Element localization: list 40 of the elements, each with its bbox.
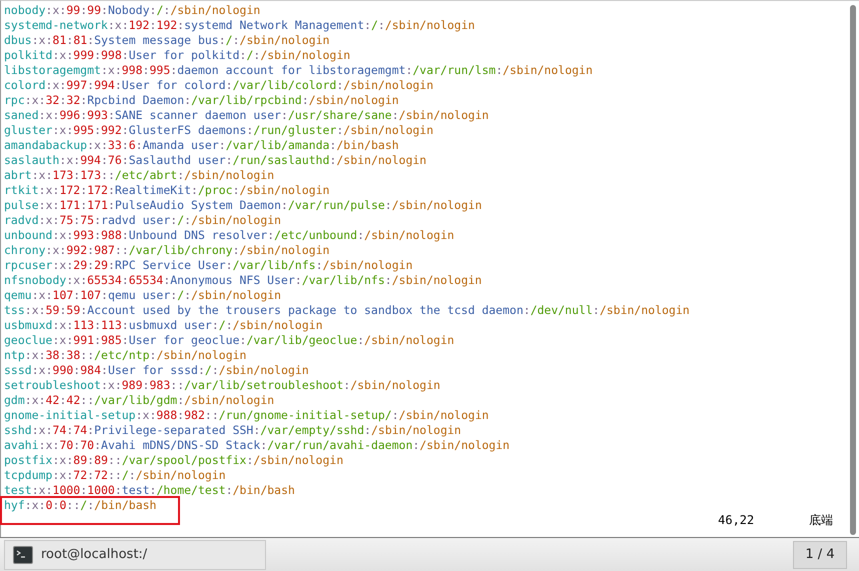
passwd-line: pulse:x:171:171:PulseAudio System Daemon:/var/run/pulse:/sbin/nologin [4,198,482,213]
passwd-line: test:x:1000:1000:test:/home/test:/bin/bash [4,483,295,498]
scrollbar[interactable] [850,5,856,535]
passwd-line: gluster:x:995:992:GlusterFS daemons:/run/gluster:/sbin/nologin [4,123,434,138]
passwd-line: polkitd:x:999:998:User for polkitd:/:/sbin/nologin [4,48,350,63]
scroll-position: 底端 [809,513,833,528]
passwd-line: rtkit:x:172:172:RealtimeKit:/proc:/sbin/nologin [4,183,330,198]
passwd-line: colord:x:997:994:User for colord:/var/lib/colord:/sbin/nologin [4,78,434,93]
passwd-line: setroubleshoot:x:989:983::/var/lib/setroubleshoot:/sbin/nologin [4,378,440,393]
passwd-line: saned:x:996:993:SANE scanner daemon user:/usr/share/sane:/sbin/nologin [4,108,489,123]
passwd-line: nobody:x:99:99:Nobody:/:/sbin/nologin [4,3,260,18]
passwd-line: gdm:x:42:42::/var/lib/gdm:/sbin/nologin [4,393,274,408]
passwd-line: rpcuser:x:29:29:RPC Service User:/var/lib/nfs:/sbin/nologin [4,258,413,273]
passwd-line: ntp:x:38:38::/etc/ntp:/sbin/nologin [4,348,246,363]
passwd-line: abrt:x:173:173::/etc/abrt:/sbin/nologin [4,168,274,183]
passwd-line: tss:x:59:59:Account used by the trousers package to sandbox the tcsd daemon:/dev/null:/sbin/nologin [4,303,690,318]
passwd-line: qemu:x:107:107:qemu user:/:/sbin/nologin [4,288,282,303]
passwd-line: postfix:x:89:89::/var/spool/postfix:/sbin/nologin [4,453,344,468]
passwd-line: radvd:x:75:75:radvd user:/:/sbin/nologin [4,213,282,228]
passwd-line: rpc:x:32:32:Rpcbind Daemon:/var/lib/rpcbind:/sbin/nologin [4,93,399,108]
passwd-line: sssd:x:990:984:User for sssd:/:/sbin/nologin [4,363,309,378]
passwd-line: unbound:x:993:988:Unbound DNS resolver:/etc/unbound:/sbin/nologin [4,228,454,243]
passwd-line: geoclue:x:991:985:User for geoclue:/var/lib/geoclue:/sbin/nologin [4,333,454,348]
passwd-line: avahi:x:70:70:Avahi mDNS/DNS-SD Stack:/var/run/avahi-daemon:/sbin/nologin [4,438,510,453]
workspace-pager[interactable]: 1 / 4 [793,540,847,568]
cursor-position: 46,22 [718,513,754,528]
passwd-line: tcpdump:x:72:72::/:/sbin/nologin [4,468,226,483]
passwd-line: nfsnobody:x:65534:65534:Anonymous NFS User:/var/lib/nfs:/sbin/nologin [4,273,482,288]
passwd-line: gnome-initial-setup:x:988:982::/run/gnome-initial-setup/:/sbin/nologin [4,408,489,423]
passwd-line: systemd-network:x:192:192:systemd Network Management:/:/sbin/nologin [4,18,475,33]
passwd-line: hyf:x:0:0::/:/bin/bash [4,498,156,513]
passwd-line: saslauth:x:994:76:Saslauthd user:/run/saslauthd:/sbin/nologin [4,153,426,168]
window-button[interactable]: root@localhost:/ [4,540,266,570]
passwd-line: chrony:x:992:987::/var/lib/chrony:/sbin/nologin [4,243,330,258]
terminal-icon [13,546,33,564]
passwd-line: usbmuxd:x:113:113:usbmuxd user:/:/sbin/nologin [4,318,323,333]
passwd-line: amandabackup:x:33:6:Amanda user:/var/lib/amanda:/bin/bash [4,138,399,153]
passwd-line: sshd:x:74:74:Privilege-separated SSH:/var/empty/sshd:/sbin/nologin [4,423,462,438]
passwd-line: dbus:x:81:81:System message bus:/:/sbin/nologin [4,33,330,48]
passwd-line: libstoragemgmt:x:998:995:daemon account for libstoragemgmt:/var/run/lsm:/sbin/nologin [4,63,593,78]
